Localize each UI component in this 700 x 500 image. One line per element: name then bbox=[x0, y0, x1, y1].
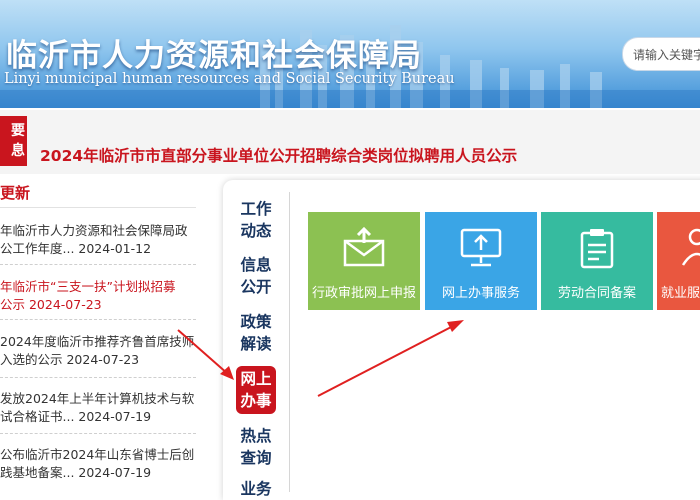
tab-label: 热点 bbox=[240, 427, 272, 445]
tab-label: 办事 bbox=[240, 392, 272, 410]
tab-label: 公开 bbox=[240, 278, 272, 296]
monitor-upload-icon bbox=[459, 227, 503, 273]
search-placeholder: 请输入关键字搜 bbox=[633, 48, 700, 62]
important-headline-link[interactable]: 2024年临沂市市直部分事业单位公开招聘综合类岗位拟聘用人员公示 bbox=[40, 144, 517, 166]
news-item-line1: 发放2024年上半年计算机技术与软 bbox=[0, 391, 195, 406]
site-title: 临沂市人力资源和社会保障局 bbox=[6, 38, 422, 74]
tile-online-services[interactable]: 网上办事服务 bbox=[425, 212, 537, 310]
tab-label: 政策 bbox=[240, 313, 272, 331]
important-badge-line1: 要 bbox=[11, 123, 25, 139]
news-item-line2: 公示 2024-07-23 bbox=[0, 297, 102, 312]
envelope-icon bbox=[342, 226, 386, 271]
news-item[interactable]: 年临沂市“三支一扶”计划拟招募 公示 2024-07-23 bbox=[0, 278, 196, 314]
tile-label: 劳动合同备案 bbox=[557, 286, 636, 301]
updates-underline bbox=[0, 207, 196, 208]
important-badge-line2: 息 bbox=[11, 143, 25, 159]
news-divider bbox=[0, 264, 196, 265]
search-input[interactable]: 请输入关键字搜 bbox=[622, 37, 700, 71]
tab-info-disclosure[interactable]: 信息 公开 bbox=[236, 254, 276, 298]
clipboard-icon bbox=[577, 227, 617, 275]
tab-label: 工作 bbox=[240, 200, 272, 218]
tab-label: 解读 bbox=[240, 335, 272, 353]
tile-employment-service[interactable]: 就业服 bbox=[657, 212, 700, 310]
tab-online-services[interactable]: 网上 办事 bbox=[236, 366, 276, 414]
tab-divider bbox=[289, 192, 290, 492]
important-badge: 要 息 bbox=[0, 116, 27, 166]
news-item[interactable]: 2024年度临沂市推荐齐鲁首席技师 入选的公示 2024-07-23 bbox=[0, 333, 196, 369]
news-item-line1: 年临沂市人力资源和社会保障局政 bbox=[0, 223, 188, 238]
news-item-line2: 试合格证书... 2024-07-19 bbox=[0, 409, 152, 424]
news-item[interactable]: 公布临沂市2024年山东省博士后创 践基地备案... 2024-07-19 bbox=[0, 446, 196, 482]
tab-policy-interpretation[interactable]: 政策 解读 bbox=[236, 311, 276, 355]
news-item-line1: 2024年度临沂市推荐齐鲁首席技师 bbox=[0, 334, 195, 349]
tab-label: 信息 bbox=[240, 256, 272, 274]
news-item-line2: 践基地备案... 2024-07-19 bbox=[0, 465, 152, 480]
updates-title: 更新 bbox=[0, 184, 31, 202]
tile-label: 行政审批网上申报 bbox=[311, 286, 416, 301]
news-divider bbox=[0, 433, 196, 434]
news-item-line2: 公工作年度... 2024-01-12 bbox=[0, 241, 152, 256]
tab-label: 动态 bbox=[240, 222, 272, 240]
tab-work-news[interactable]: 工作 动态 bbox=[236, 198, 276, 242]
tab-business[interactable]: 业务 bbox=[236, 478, 276, 500]
site-subtitle: Linyi municipal human resources and Soci… bbox=[4, 71, 455, 87]
tile-admin-approval[interactable]: 行政审批网上申报 bbox=[308, 212, 420, 310]
tab-label: 网上 bbox=[240, 370, 272, 388]
tab-label: 业务 bbox=[240, 480, 272, 498]
news-item[interactable]: 发放2024年上半年计算机技术与软 试合格证书... 2024-07-19 bbox=[0, 390, 196, 426]
tile-label: 就业服 bbox=[661, 286, 700, 301]
tab-label: 查询 bbox=[240, 449, 272, 467]
tab-hot-query[interactable]: 热点 查询 bbox=[236, 425, 276, 469]
person-icon bbox=[679, 227, 700, 271]
news-item-line2: 入选的公示 2024-07-23 bbox=[0, 352, 140, 367]
tile-labor-contract[interactable]: 劳动合同备案 bbox=[541, 212, 653, 310]
news-divider bbox=[0, 377, 196, 378]
tile-label: 网上办事服务 bbox=[441, 286, 520, 301]
news-divider bbox=[0, 319, 196, 320]
header-banner: 临沂市人力资源和社会保障局 Linyi municipal human reso… bbox=[0, 0, 700, 108]
news-item-line1: 公布临沂市2024年山东省博士后创 bbox=[0, 447, 195, 462]
news-item-line1: 年临沂市“三支一扶”计划拟招募 bbox=[0, 279, 176, 294]
news-item[interactable]: 年临沂市人力资源和社会保障局政 公工作年度... 2024-01-12 bbox=[0, 222, 196, 258]
